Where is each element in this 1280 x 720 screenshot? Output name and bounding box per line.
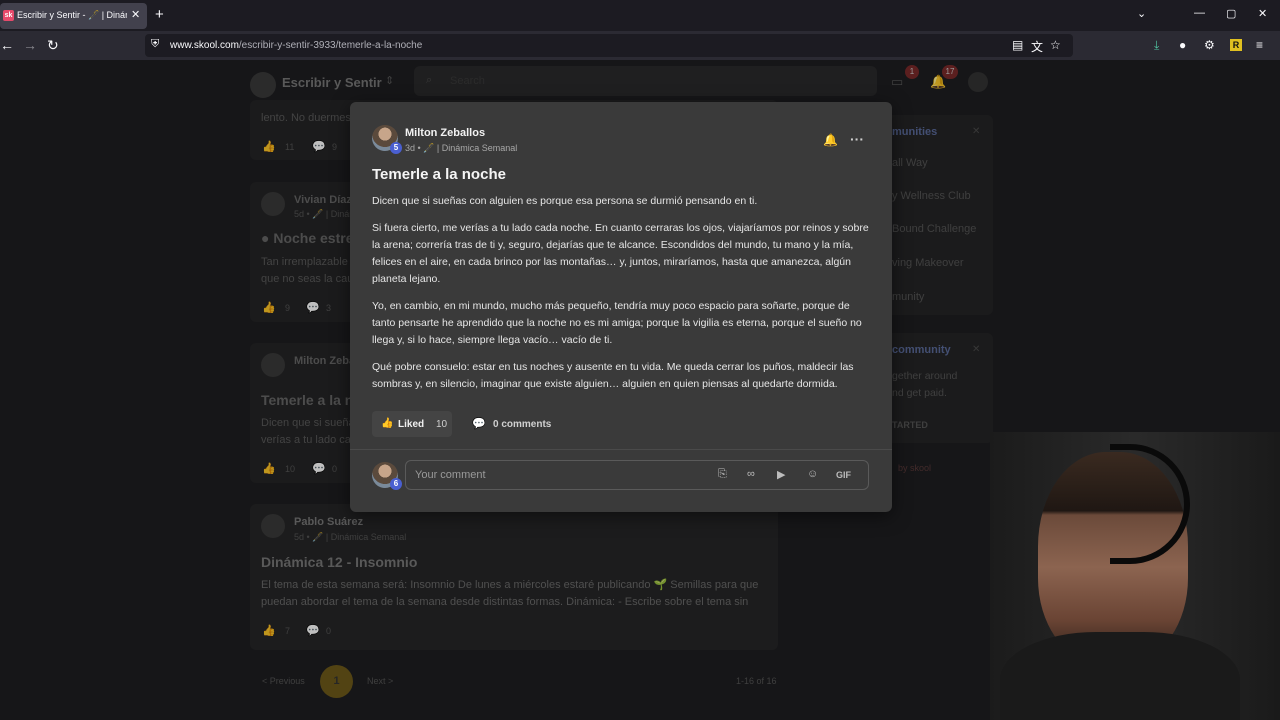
comment-count[interactable]: 0 comments xyxy=(493,419,551,430)
extensions-icon[interactable]: ⚙ xyxy=(1204,38,1215,52)
window-close-icon[interactable]: ✕ xyxy=(1258,7,1267,20)
minimize-icon[interactable]: — xyxy=(1194,7,1205,19)
post-body: Dicen que si sueñas con alguien es porqu… xyxy=(372,193,872,403)
like-label: Liked xyxy=(398,419,425,430)
account-icon[interactable]: ● xyxy=(1179,38,1186,52)
skool-favicon-icon: sk xyxy=(3,10,14,21)
thumbs-up-icon: 👍 xyxy=(381,418,394,429)
maximize-icon[interactable]: ▢ xyxy=(1226,7,1236,20)
tab-list-chevron-icon[interactable]: ⌄ xyxy=(1137,7,1146,20)
post-meta: 3d • 🖋️ | Dinámica Semanal xyxy=(405,143,517,154)
post-time: 3d xyxy=(405,143,416,153)
translate-icon[interactable]: 文 xyxy=(1031,38,1043,55)
post-paragraph: Yo, en cambio, en mi mundo, mucho más pe… xyxy=(372,299,862,346)
comment-bubble-icon: 💬 xyxy=(472,418,486,430)
extension-r-icon[interactable]: R xyxy=(1230,39,1242,51)
site-info-icon[interactable]: ⛨ xyxy=(151,38,159,51)
url-bar[interactable]: ⛨ www.skool.com/escribir-y-sentir-3933/t… xyxy=(145,34,1073,57)
comment-input[interactable]: Your comment ⎘ ∞ ▶ ☺ GIF xyxy=(405,460,869,490)
bookmark-star-icon[interactable]: ☆ xyxy=(1050,38,1061,52)
download-icon[interactable]: ⤓ xyxy=(1154,38,1159,53)
tab-title: Escribir y Sentir - 🖋️ | Dinámica xyxy=(17,10,127,20)
gif-button[interactable]: GIF xyxy=(836,470,851,480)
browser-tab[interactable]: sk Escribir y Sentir - 🖋️ | Dinámica ✕ xyxy=(0,3,147,29)
post-modal: 5 Milton Zeballos 3d • 🖋️ | Dinámica Sem… xyxy=(350,102,892,512)
new-tab-icon[interactable]: + xyxy=(155,6,164,23)
url-text[interactable]: www.skool.com/escribir-y-sentir-3933/tem… xyxy=(170,40,422,51)
webcam-overlay xyxy=(990,432,1280,720)
forward-icon[interactable]: → xyxy=(23,37,37,53)
post-paragraph: Qué pobre consuelo: estar en tus noches … xyxy=(372,360,854,390)
like-button[interactable]: 👍 Liked 10 xyxy=(372,411,452,437)
like-count[interactable]: 10 xyxy=(436,419,447,430)
post-title: Temerle a la noche xyxy=(372,166,506,183)
tab-close-icon[interactable]: ✕ xyxy=(131,8,140,21)
reload-icon[interactable]: ↻ xyxy=(47,37,59,54)
divider xyxy=(350,449,892,450)
post-paragraph: Dicen que si sueñas con alguien es porqu… xyxy=(372,195,758,207)
emoji-icon[interactable]: ☺ xyxy=(807,468,818,480)
post-paragraph: Si fuera cierto, me verías a tu lado cad… xyxy=(372,222,869,285)
more-options-icon[interactable]: ··· xyxy=(850,131,864,147)
link-icon[interactable]: ∞ xyxy=(747,468,755,480)
browser-tabbar: sk Escribir y Sentir - 🖋️ | Dinámica ✕ +… xyxy=(0,0,1280,31)
browser-navbar: ← → ↻ ⛨ www.skool.com/escribir-y-sentir-… xyxy=(0,31,1280,60)
attachment-icon[interactable]: ⎘ xyxy=(718,468,727,481)
menu-icon[interactable]: ≡ xyxy=(1256,38,1263,52)
person-body xyxy=(1000,632,1240,720)
post-category[interactable]: 🖋️ | Dinámica Semanal xyxy=(423,143,517,153)
author-name[interactable]: Milton Zeballos xyxy=(405,127,485,139)
commenter-level-badge: 6 xyxy=(390,478,402,490)
notification-bell-icon[interactable]: 🔔 xyxy=(823,133,838,147)
back-icon[interactable]: ← xyxy=(0,37,14,53)
comment-placeholder: Your comment xyxy=(415,469,486,481)
video-icon[interactable]: ▶ xyxy=(777,468,785,481)
reader-view-icon[interactable]: ▤ xyxy=(1012,38,1023,52)
author-level-badge: 5 xyxy=(390,142,402,154)
